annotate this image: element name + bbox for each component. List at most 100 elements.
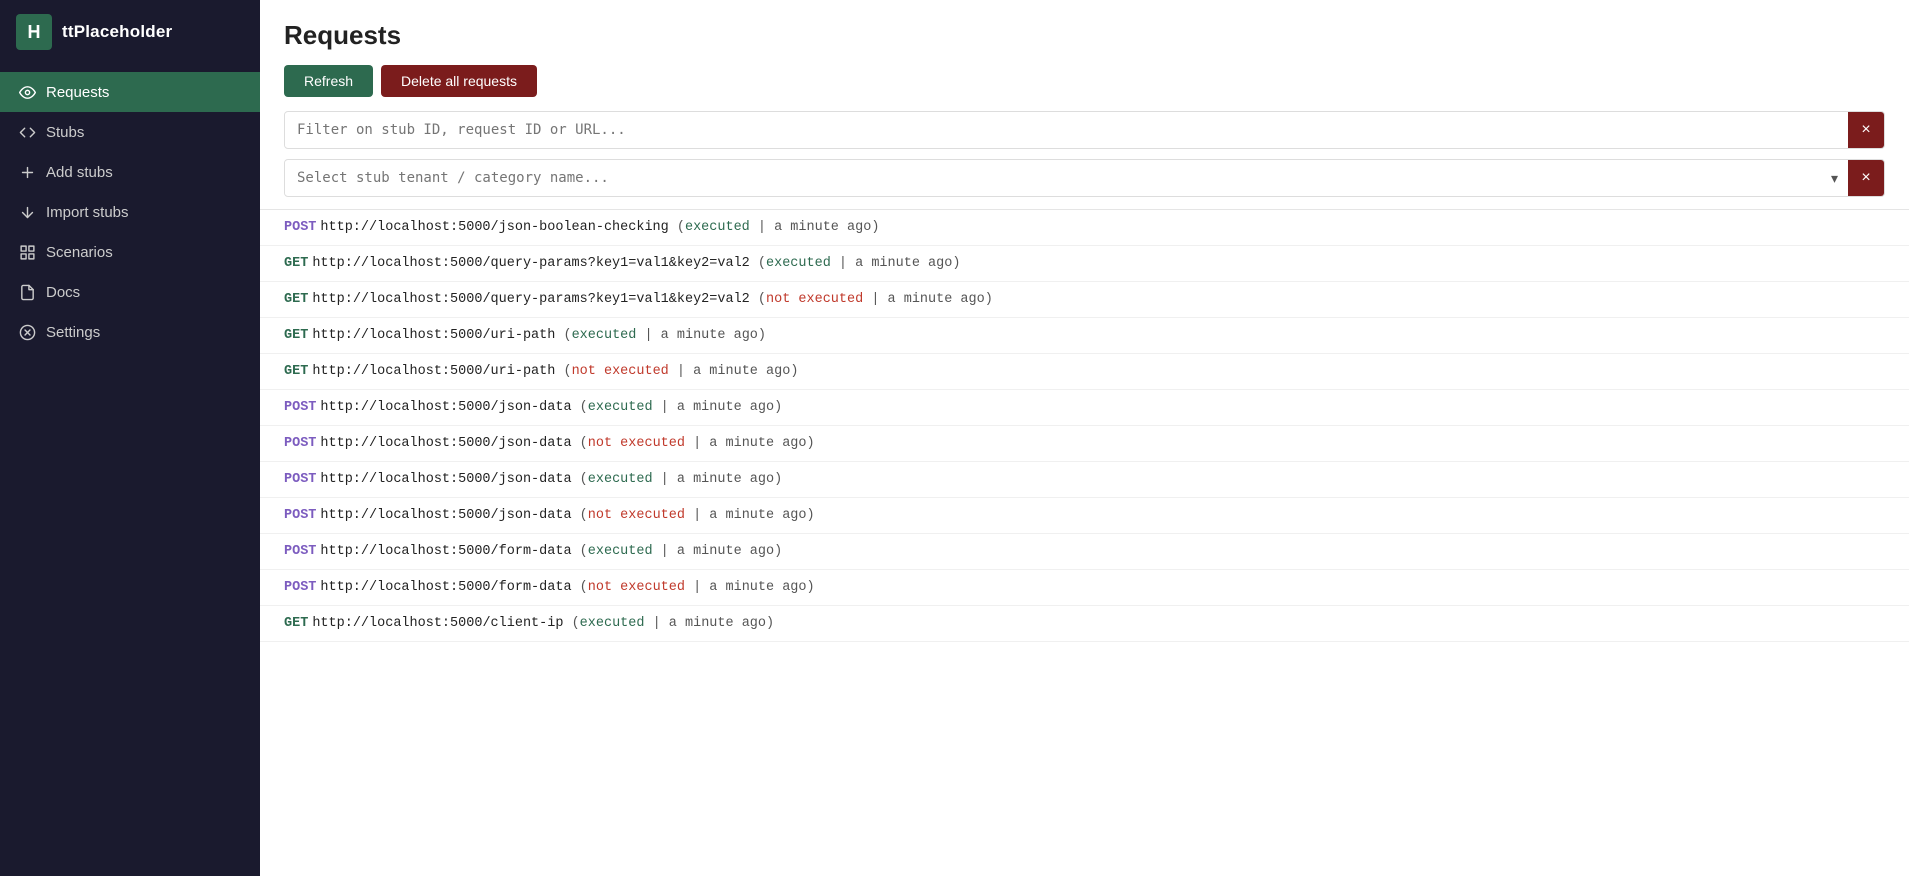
request-method: POST — [284, 436, 316, 451]
request-status-open: ( — [572, 544, 588, 559]
sidebar-item-requests-label: Requests — [46, 84, 109, 101]
main-content: Requests Refresh Delete all requests × ▾… — [260, 0, 1909, 876]
request-time: | a minute ago — [685, 436, 807, 451]
request-method: POST — [284, 400, 316, 415]
request-url: http://localhost:5000/json-data — [320, 436, 571, 451]
request-time: | a minute ago — [831, 256, 953, 271]
sidebar-item-stubs[interactable]: Stubs — [0, 112, 260, 152]
request-status: executed — [766, 256, 831, 271]
request-time: | a minute ago — [644, 616, 766, 631]
request-status: not executed — [588, 580, 685, 595]
request-url: http://localhost:5000/client-ip — [312, 616, 563, 631]
request-url: http://localhost:5000/query-params?key1=… — [312, 256, 749, 271]
tenant-select-input[interactable] — [285, 161, 1821, 195]
request-method: POST — [284, 580, 316, 595]
request-status: executed — [580, 616, 645, 631]
request-method: POST — [284, 220, 316, 235]
request-item[interactable]: GET http://localhost:5000/client-ip (exec… — [260, 606, 1909, 642]
sidebar-item-import-stubs[interactable]: Import stubs — [0, 192, 260, 232]
request-status-close: ) — [774, 544, 782, 559]
request-item[interactable]: POSThttp://localhost:5000/json-data (exe… — [260, 462, 1909, 498]
import-icon — [18, 203, 36, 221]
request-status: executed — [588, 544, 653, 559]
plus-icon — [18, 163, 36, 181]
request-status-open: ( — [572, 400, 588, 415]
request-status-open: ( — [750, 292, 766, 307]
sidebar-item-add-stubs[interactable]: Add stubs — [0, 152, 260, 192]
request-status-close: ) — [758, 328, 766, 343]
request-url: http://localhost:5000/uri-path — [312, 364, 555, 379]
sidebar-item-requests[interactable]: Requests — [0, 72, 260, 112]
request-item[interactable]: POST http://localhost:5000/json-boolean-c… — [260, 210, 1909, 246]
request-item[interactable]: POST http://localhost:5000/json-data (not… — [260, 498, 1909, 534]
request-item[interactable]: POSThttp://localhost:5000/json-data (exe… — [260, 390, 1909, 426]
request-url: http://localhost:5000/json-data — [320, 472, 571, 487]
request-status-open: ( — [669, 220, 685, 235]
request-item[interactable]: GET http://localhost:5000/query-params?ke… — [260, 246, 1909, 282]
app-title: ttPlaceholder — [62, 22, 172, 42]
request-status-open: ( — [572, 508, 588, 523]
request-url: http://localhost:5000/form-data — [320, 580, 571, 595]
request-status-close: ) — [871, 220, 879, 235]
request-method: GET — [284, 256, 308, 271]
eye-icon — [18, 83, 36, 101]
request-url: http://localhost:5000/query-params?key1=… — [312, 292, 749, 307]
sidebar-header: H ttPlaceholder — [0, 0, 260, 64]
request-status-open: ( — [572, 580, 588, 595]
tenant-select-clear-button[interactable]: × — [1848, 160, 1884, 196]
docs-icon — [18, 283, 36, 301]
tenant-select-row: ▾ × — [284, 159, 1885, 197]
request-status: not executed — [572, 364, 669, 379]
request-method: POST — [284, 544, 316, 559]
filter-clear-button[interactable]: × — [1848, 112, 1884, 148]
request-url: http://localhost:5000/json-data — [320, 400, 571, 415]
request-method: GET — [284, 616, 308, 631]
chevron-down-icon: ▾ — [1821, 170, 1848, 187]
sidebar-item-scenarios-label: Scenarios — [46, 244, 113, 261]
sidebar-item-stubs-label: Stubs — [46, 124, 84, 141]
filter-input[interactable] — [285, 113, 1848, 147]
request-url: http://localhost:5000/json-boolean-check… — [320, 220, 668, 235]
sidebar-item-settings[interactable]: Settings — [0, 312, 260, 352]
page-title: Requests — [284, 20, 1885, 51]
request-item[interactable]: POST http://localhost:5000/form-data (exe… — [260, 534, 1909, 570]
request-status-open: ( — [555, 328, 571, 343]
request-status: not executed — [588, 508, 685, 523]
request-status-open: ( — [572, 472, 588, 487]
request-status-close: ) — [774, 400, 782, 415]
request-url: http://localhost:5000/json-data — [320, 508, 571, 523]
refresh-button[interactable]: Refresh — [284, 65, 373, 97]
toolbar: Refresh Delete all requests — [284, 65, 1885, 97]
filter-row: × — [284, 111, 1885, 149]
request-status-close: ) — [807, 436, 815, 451]
request-item[interactable]: POST http://localhost:5000/form-data (not… — [260, 570, 1909, 606]
request-time: | a minute ago — [653, 400, 775, 415]
request-status-open: ( — [750, 256, 766, 271]
sidebar-item-settings-label: Settings — [46, 324, 100, 341]
delete-all-requests-button[interactable]: Delete all requests — [381, 65, 537, 97]
sidebar-item-scenarios[interactable]: Scenarios — [0, 232, 260, 272]
request-status-close: ) — [774, 472, 782, 487]
request-time: | a minute ago — [669, 364, 791, 379]
request-item[interactable]: GEThttp://localhost:5000/query-params?ke… — [260, 282, 1909, 318]
code-icon — [18, 123, 36, 141]
request-item[interactable]: GEThttp://localhost:5000/uri-path (execu… — [260, 318, 1909, 354]
main-header: Requests Refresh Delete all requests × ▾… — [260, 0, 1909, 210]
request-status-close: ) — [766, 616, 774, 631]
request-status-close: ) — [952, 256, 960, 271]
request-status: executed — [588, 472, 653, 487]
request-time: | a minute ago — [636, 328, 758, 343]
request-item[interactable]: GEThttp://localhost:5000/uri-path (not e… — [260, 354, 1909, 390]
request-time: | a minute ago — [750, 220, 872, 235]
request-status: not executed — [588, 436, 685, 451]
scenarios-icon — [18, 243, 36, 261]
sidebar-item-docs[interactable]: Docs — [0, 272, 260, 312]
request-method: GET — [284, 364, 308, 379]
request-item[interactable]: POSThttp://localhost:5000/json-data (not… — [260, 426, 1909, 462]
request-status-close: ) — [985, 292, 993, 307]
request-time: | a minute ago — [863, 292, 985, 307]
request-status-open: ( — [563, 616, 579, 631]
request-url: http://localhost:5000/form-data — [320, 544, 571, 559]
sidebar-item-docs-label: Docs — [46, 284, 80, 301]
request-method: POST — [284, 508, 316, 523]
